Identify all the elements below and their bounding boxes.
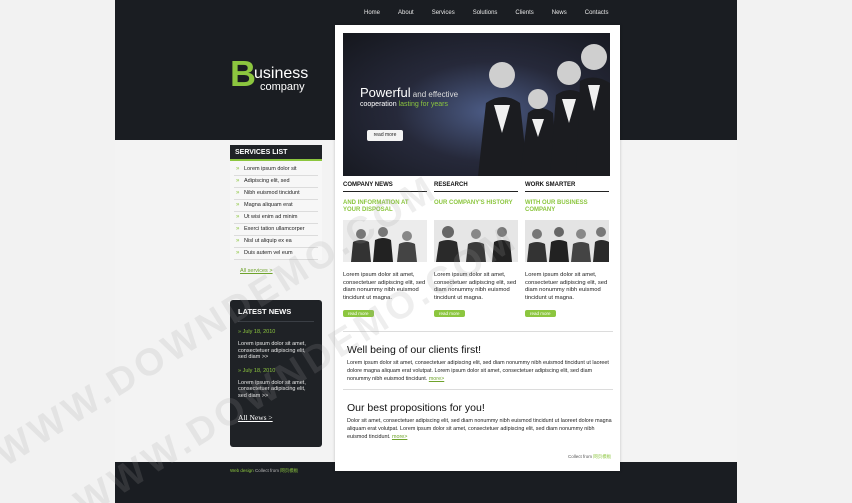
service-item[interactable]: Ut wisi enim ad minim xyxy=(234,212,318,224)
logo[interactable]: B usiness company xyxy=(230,53,330,97)
service-item[interactable]: Lorem ipsum dolor sit xyxy=(234,164,318,176)
service-item[interactable]: Nisl ut aliquip ex ea xyxy=(234,236,318,248)
news-text[interactable]: Lorem ipsum dolor sit amet, consectetuer… xyxy=(238,380,314,400)
credit-collect: Collect from xyxy=(253,468,281,473)
news-date: July 18, 2010 xyxy=(238,368,314,374)
nav-solutions[interactable]: Solutions xyxy=(464,8,507,18)
all-services-link[interactable]: All services > xyxy=(230,260,322,274)
service-item[interactable]: Magna aliquam erat xyxy=(234,200,318,212)
divider xyxy=(343,331,613,332)
read-more-button[interactable]: read more xyxy=(525,310,556,317)
service-item[interactable]: Duis autem vel eum xyxy=(234,248,318,260)
latest-news: LATEST NEWS July 18, 2010 Lorem ipsum do… xyxy=(230,300,322,447)
hero-big: Powerful xyxy=(360,85,411,100)
section-text: Lorem ipsum dolor sit amet, consectetuer… xyxy=(347,359,615,383)
column-work-smarter: WORK SMARTER WITH OUR BUSINESS COMPANY L… xyxy=(525,182,609,320)
logo-subword: company xyxy=(260,81,305,93)
more-link[interactable]: more> xyxy=(429,376,444,382)
hero-sub-b: lasting for years xyxy=(398,101,448,108)
column-subheading: AND INFORMATION AT YOUR DISPOSAL xyxy=(343,200,409,213)
nav-clients[interactable]: Clients xyxy=(506,8,542,18)
news-date: July 18, 2010 xyxy=(238,329,314,335)
clients-first-section: Well being of our clients first! Lorem i… xyxy=(347,344,615,383)
credit-link[interactable]: 网页模板 xyxy=(593,454,611,459)
logo-letter: B xyxy=(230,53,256,94)
propositions-section: Our best propositions for you! Dolor sit… xyxy=(347,402,615,441)
hero-subline: cooperation lasting for years xyxy=(360,101,448,108)
all-news-link[interactable]: All News > xyxy=(238,413,314,422)
service-item[interactable]: Adipiscing elit, sed xyxy=(234,176,318,188)
read-more-button[interactable]: read more xyxy=(343,310,374,317)
hero-people-image xyxy=(478,44,610,176)
services-list: SERVICES LIST Lorem ipsum dolor sit Adip… xyxy=(230,145,322,274)
more-link[interactable]: more> xyxy=(392,434,407,440)
column-photo xyxy=(343,220,427,262)
column-body: Lorem ipsum dolor sit amet, consectetuer… xyxy=(343,272,426,301)
nav-news[interactable]: News xyxy=(543,8,576,18)
nav-contacts[interactable]: Contacts xyxy=(576,8,618,18)
column-heading: RESEARCH xyxy=(434,182,518,192)
footer-credit-right: Collect from 网页模板 xyxy=(568,454,611,460)
divider xyxy=(343,389,613,390)
service-item[interactable]: Nibh euismod tincidunt xyxy=(234,188,318,200)
section-text: Dolor sit amet, consectetuer adipiscing … xyxy=(347,417,615,441)
section-title: Our best propositions for you! xyxy=(347,402,485,414)
news-item: July 18, 2010 Lorem ipsum dolor sit amet… xyxy=(238,329,314,361)
column-research: RESEARCH OUR COMPANY'S HISTORY Lorem ips… xyxy=(434,182,518,320)
column-heading: WORK SMARTER xyxy=(525,182,609,192)
credit-web-design: Web design xyxy=(230,468,254,473)
column-photo xyxy=(434,220,518,262)
news-text[interactable]: Lorem ipsum dolor sit amet, consectetuer… xyxy=(238,341,314,361)
nav-home[interactable]: Home xyxy=(355,8,389,18)
page-canvas: Home About Services Solutions Clients Ne… xyxy=(115,0,737,503)
column-heading: COMPANY NEWS xyxy=(343,182,427,192)
logo-word: usiness xyxy=(254,65,309,82)
hero-read-more-button[interactable]: read more xyxy=(367,130,403,141)
service-item[interactable]: Exerci tation ullamcorper xyxy=(234,224,318,236)
nav-about[interactable]: About xyxy=(389,8,423,18)
hero-headline: Powerful and effective xyxy=(360,85,458,100)
news-title: LATEST NEWS xyxy=(238,307,314,322)
column-photo xyxy=(525,220,609,262)
hero-sub-a: cooperation xyxy=(360,101,399,108)
footer-credit-left: Web design Collect from 网页模板 xyxy=(230,468,298,474)
column-company-news: COMPANY NEWS AND INFORMATION AT YOUR DIS… xyxy=(343,182,427,320)
services-title: SERVICES LIST xyxy=(230,145,322,161)
news-item: July 18, 2010 Lorem ipsum dolor sit amet… xyxy=(238,368,314,400)
section-title: Well being of our clients first! xyxy=(347,344,482,356)
column-subheading: OUR COMPANY'S HISTORY xyxy=(434,200,513,206)
nav-services[interactable]: Services xyxy=(423,8,464,18)
hero-small: and effective xyxy=(410,90,459,99)
column-subheading: WITH OUR BUSINESS COMPANY xyxy=(525,200,588,213)
top-nav: Home About Services Solutions Clients Ne… xyxy=(355,8,617,18)
main-content: Powerful and effective cooperation lasti… xyxy=(335,25,620,471)
credit-link[interactable]: 网页模板 xyxy=(280,468,298,473)
hero-banner: Powerful and effective cooperation lasti… xyxy=(343,33,610,176)
column-body: Lorem ipsum dolor sit amet, consectetuer… xyxy=(434,272,517,301)
column-body: Lorem ipsum dolor sit amet, consectetuer… xyxy=(525,272,608,301)
section-body: Lorem ipsum dolor sit amet, consectetuer… xyxy=(347,360,609,382)
section-body: Dolor sit amet, consectetuer adipiscing … xyxy=(347,418,612,440)
credit-collect: Collect from xyxy=(568,454,594,459)
read-more-button[interactable]: read more xyxy=(434,310,465,317)
